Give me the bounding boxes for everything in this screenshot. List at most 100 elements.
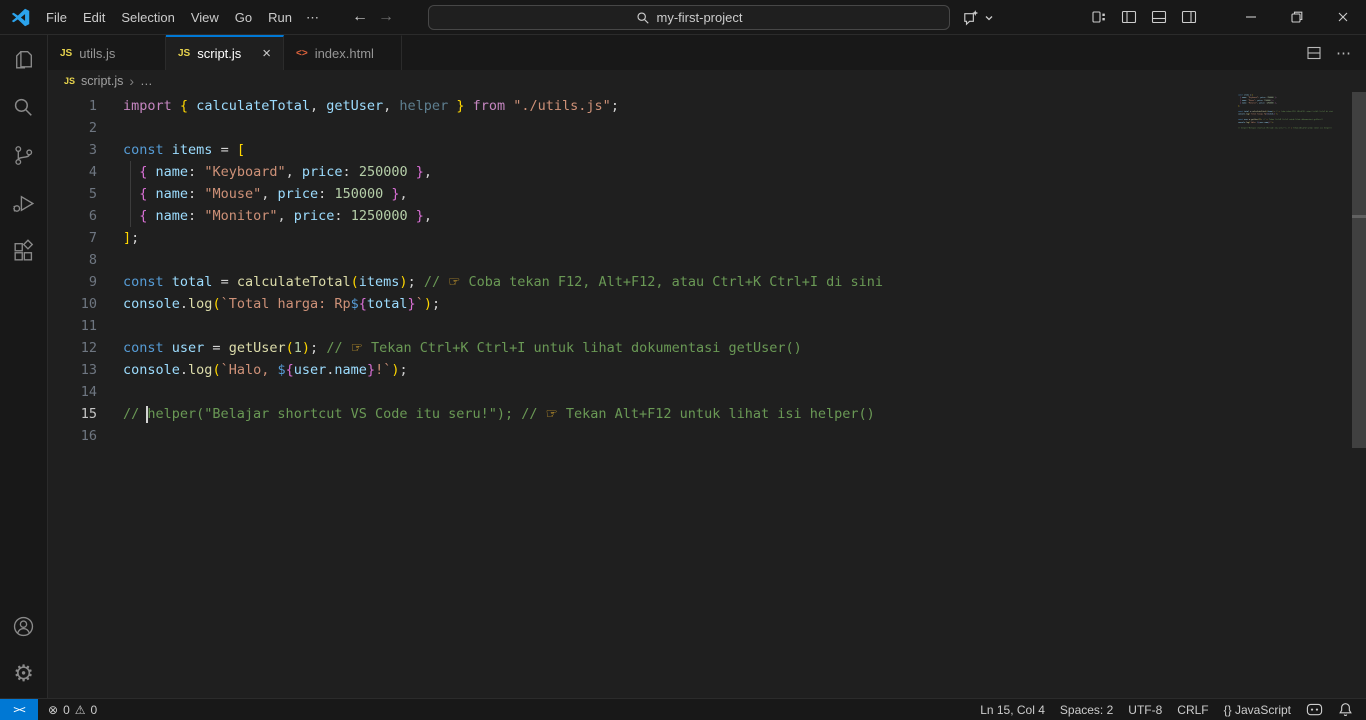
line-content: { name: "Keyboard", price: 250000 }, [123, 161, 432, 183]
status-encoding[interactable]: UTF-8 [1128, 703, 1162, 717]
toggle-primary-sidebar-icon[interactable] [1114, 0, 1144, 35]
bell-icon[interactable] [1338, 702, 1353, 717]
customize-layout-icon[interactable] [1084, 0, 1114, 35]
status-cursor-position[interactable]: Ln 15, Col 4 [980, 703, 1045, 717]
minimize-icon[interactable] [1228, 0, 1274, 35]
status-language-mode[interactable]: {} JavaScript [1224, 703, 1291, 717]
code-line[interactable]: 14 [48, 381, 1366, 403]
copilot-button[interactable] [961, 8, 994, 27]
extensions-icon [11, 238, 36, 264]
html-file-icon: <> [296, 47, 308, 59]
minimap[interactable]: import { calculateTotal, getUser, helper… [1238, 92, 1350, 228]
sidebar-item-run-debug[interactable] [0, 179, 48, 227]
tab-label: script.js [197, 46, 242, 61]
code-line[interactable]: 3 const items = [ [48, 139, 1366, 161]
code-line[interactable]: 1 import { calculateTotal, getUser, helpe… [48, 95, 1366, 117]
line-content: // helper("Belajar shortcut VS Code itu … [123, 405, 875, 423]
remote-indicator[interactable]: >< [0, 699, 38, 720]
line-content: console.log(`Total harga: Rp${total}`); [123, 296, 441, 312]
split-editor-icon[interactable] [1306, 45, 1322, 61]
pointing-finger-emoji: ☞ [448, 274, 461, 290]
error-icon: ⊗ [48, 702, 59, 717]
sidebar-item-extensions[interactable] [0, 227, 48, 275]
command-center-value: my-first-project [656, 10, 743, 25]
sidebar-item-explorer[interactable] [0, 35, 48, 83]
menu-file[interactable]: File [38, 0, 75, 35]
code-line[interactable]: 13 console.log(`Halo, ${user.name}!`); [48, 359, 1366, 381]
activity-bar: ⚙ [0, 35, 48, 698]
more-actions-icon[interactable]: ⋯ [1336, 44, 1352, 62]
code-line[interactable]: 10 console.log(`Total harga: Rp${total}`)… [48, 293, 1366, 315]
nav-back-icon[interactable]: ← [352, 8, 368, 26]
line-content: const user = getUser(1); // ☞ Tekan Ctrl… [123, 340, 802, 356]
code-area[interactable]: 1 import { calculateTotal, getUser, helpe… [48, 92, 1366, 447]
line-number: 1 [88, 98, 97, 114]
warning-icon: ⚠ [74, 702, 86, 717]
git-branch-icon [11, 143, 36, 168]
code-line[interactable]: 9 const total = calculateTotal(items); //… [48, 271, 1366, 293]
tab-script-js[interactable]: JS script.js × [166, 35, 284, 70]
vscode-logo-icon [11, 8, 30, 27]
code-line[interactable]: 16 [48, 425, 1366, 447]
status-indentation[interactable]: Spaces: 2 [1060, 703, 1113, 717]
code-line[interactable]: 15 // helper("Belajar shortcut VS Code it… [48, 403, 1366, 425]
code-line[interactable]: 12 const user = getUser(1); // ☞ Tekan Ct… [48, 337, 1366, 359]
sidebar-item-settings[interactable]: ⚙ [0, 650, 48, 698]
editor-scrollbar[interactable] [1352, 92, 1366, 448]
line-number: 10 [80, 296, 97, 312]
line-number: 5 [88, 186, 97, 202]
account-icon [11, 614, 36, 639]
code-line[interactable]: 5 { name: "Mouse", price: 150000 }, [48, 183, 1366, 205]
toggle-panel-icon[interactable] [1144, 0, 1174, 35]
menu-edit[interactable]: Edit [75, 0, 113, 35]
close-icon[interactable]: × [254, 45, 271, 62]
warning-count: 0 [90, 702, 98, 717]
line-number: 11 [80, 318, 97, 334]
problems-status[interactable]: ⊗ 0 ⚠ 0 [38, 703, 97, 717]
status-bar: >< ⊗ 0 ⚠ 0 Ln 15, Col 4 Spaces: 2 UTF-8 CRL… [0, 698, 1366, 720]
toggle-secondary-sidebar-icon[interactable] [1174, 0, 1204, 35]
indent-guide [130, 161, 131, 183]
code-line[interactable]: 11 [48, 315, 1366, 337]
editor[interactable]: 1 import { calculateTotal, getUser, helpe… [48, 92, 1366, 698]
line-content: const items = [ [123, 142, 245, 158]
run-debug-icon [11, 191, 36, 216]
menu-view[interactable]: View [183, 0, 227, 35]
code-line[interactable]: 6 { name: "Monitor", price: 1250000 }, [48, 205, 1366, 227]
code-line[interactable]: 4 { name: "Keyboard", price: 250000 }, [48, 161, 1366, 183]
line-number: 4 [88, 164, 97, 180]
tab-label: index.html [314, 45, 374, 61]
command-center-search[interactable]: my-first-project [428, 5, 950, 30]
tab-label: utils.js [79, 45, 116, 61]
nav-forward-icon[interactable]: → [378, 8, 394, 26]
breadcrumb[interactable]: JS script.js › … [48, 70, 1366, 92]
sidebar-item-search[interactable] [0, 83, 48, 131]
line-number: 6 [88, 208, 97, 224]
restore-icon[interactable] [1274, 0, 1320, 35]
menu-selection[interactable]: Selection [113, 0, 182, 35]
sidebar-item-accounts[interactable] [0, 602, 48, 650]
menu-go[interactable]: Go [227, 0, 260, 35]
line-number: 12 [80, 340, 97, 356]
close-icon[interactable] [1320, 0, 1366, 35]
breadcrumb-file[interactable]: script.js [81, 74, 123, 88]
menu-run[interactable]: Run [260, 0, 300, 35]
line-content: ]; [123, 230, 140, 246]
pointing-finger-emoji: ☞ [350, 340, 363, 356]
code-line[interactable]: 8 [48, 249, 1366, 271]
code-line[interactable]: 2 [48, 117, 1366, 139]
title-bar: File Edit Selection View Go Run ⋯ ← → my-first… [0, 0, 1366, 35]
menubar: File Edit Selection View Go Run ⋯ [38, 0, 326, 35]
line-content: const total = calculateTotal(items); // … [123, 274, 883, 290]
sidebar-item-source-control[interactable] [0, 131, 48, 179]
error-count: 0 [63, 702, 70, 717]
tab-utils-js[interactable]: JS utils.js [48, 35, 166, 70]
tab-index-html[interactable]: <> index.html [284, 35, 402, 70]
breadcrumb-symbol[interactable]: … [140, 74, 153, 88]
status-eol[interactable]: CRLF [1177, 703, 1208, 717]
copilot-status-icon[interactable] [1306, 702, 1323, 717]
menu-overflow-icon[interactable]: ⋯ [300, 0, 326, 35]
code-line[interactable]: 7]; [48, 227, 1366, 249]
indent-guide [130, 183, 131, 205]
line-number: 14 [80, 384, 97, 400]
